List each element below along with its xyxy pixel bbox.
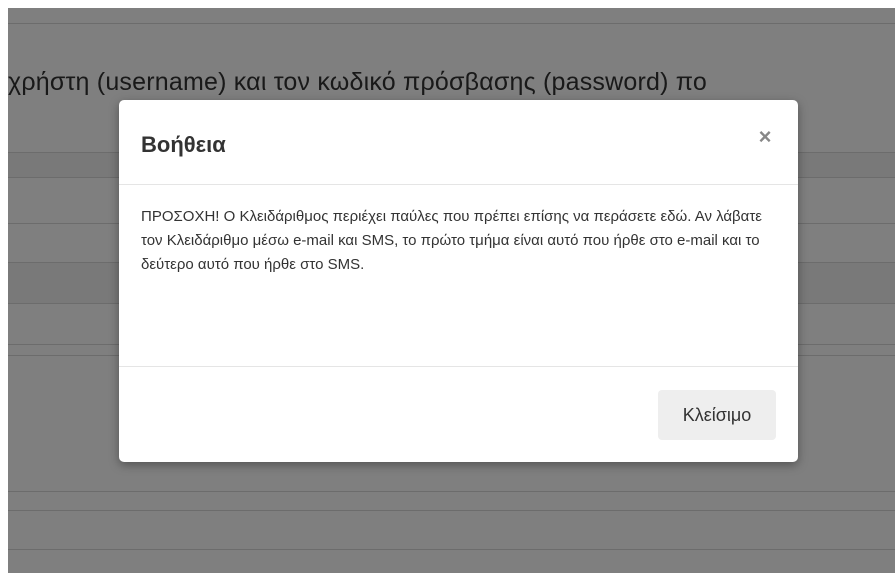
page: χρήστη (username) και τον κωδικό πρόσβασ… — [0, 0, 895, 573]
help-dialog: Βοήθεια × ΠΡΟΣΟΧΗ! Ο Κλειδάριθμος περιέχ… — [119, 100, 798, 462]
dialog-footer: Κλείσιμο — [119, 366, 798, 463]
window-edge — [0, 0, 895, 8]
dialog-body-text: ΠΡΟΣΟΧΗ! Ο Κλειδάριθμος περιέχει παύλες … — [141, 208, 762, 273]
close-icon[interactable]: × — [754, 122, 776, 152]
close-button[interactable]: Κλείσιμο — [658, 390, 776, 440]
dialog-title: Βοήθεια — [141, 132, 226, 157]
window-edge — [0, 0, 8, 573]
dialog-header: Βοήθεια × — [119, 100, 798, 185]
